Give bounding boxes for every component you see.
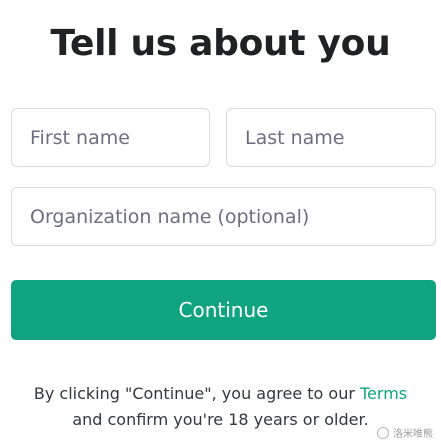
organization-name-field[interactable] [11, 187, 436, 246]
terms-link[interactable]: Terms [360, 384, 407, 403]
page-title: Tell us about you [50, 23, 391, 64]
first-name-input[interactable] [12, 109, 209, 166]
legal-line1-text: By clicking "Continue", you agree to our [33, 384, 360, 403]
last-name-input[interactable] [227, 109, 435, 166]
legal-notice: By clicking "Continue", you agree to our… [0, 381, 441, 433]
last-name-field[interactable] [226, 108, 436, 167]
first-name-field[interactable] [11, 108, 210, 167]
legal-line2-text: and confirm you're 18 years or older. [72, 410, 369, 429]
watermark-text: 洛米唯熊 [393, 429, 433, 440]
organization-name-input[interactable] [12, 188, 435, 245]
watermark: 洛米唯熊 [377, 425, 433, 440]
watermark-logo-icon [377, 426, 389, 439]
continue-button[interactable]: Continue [11, 280, 436, 340]
